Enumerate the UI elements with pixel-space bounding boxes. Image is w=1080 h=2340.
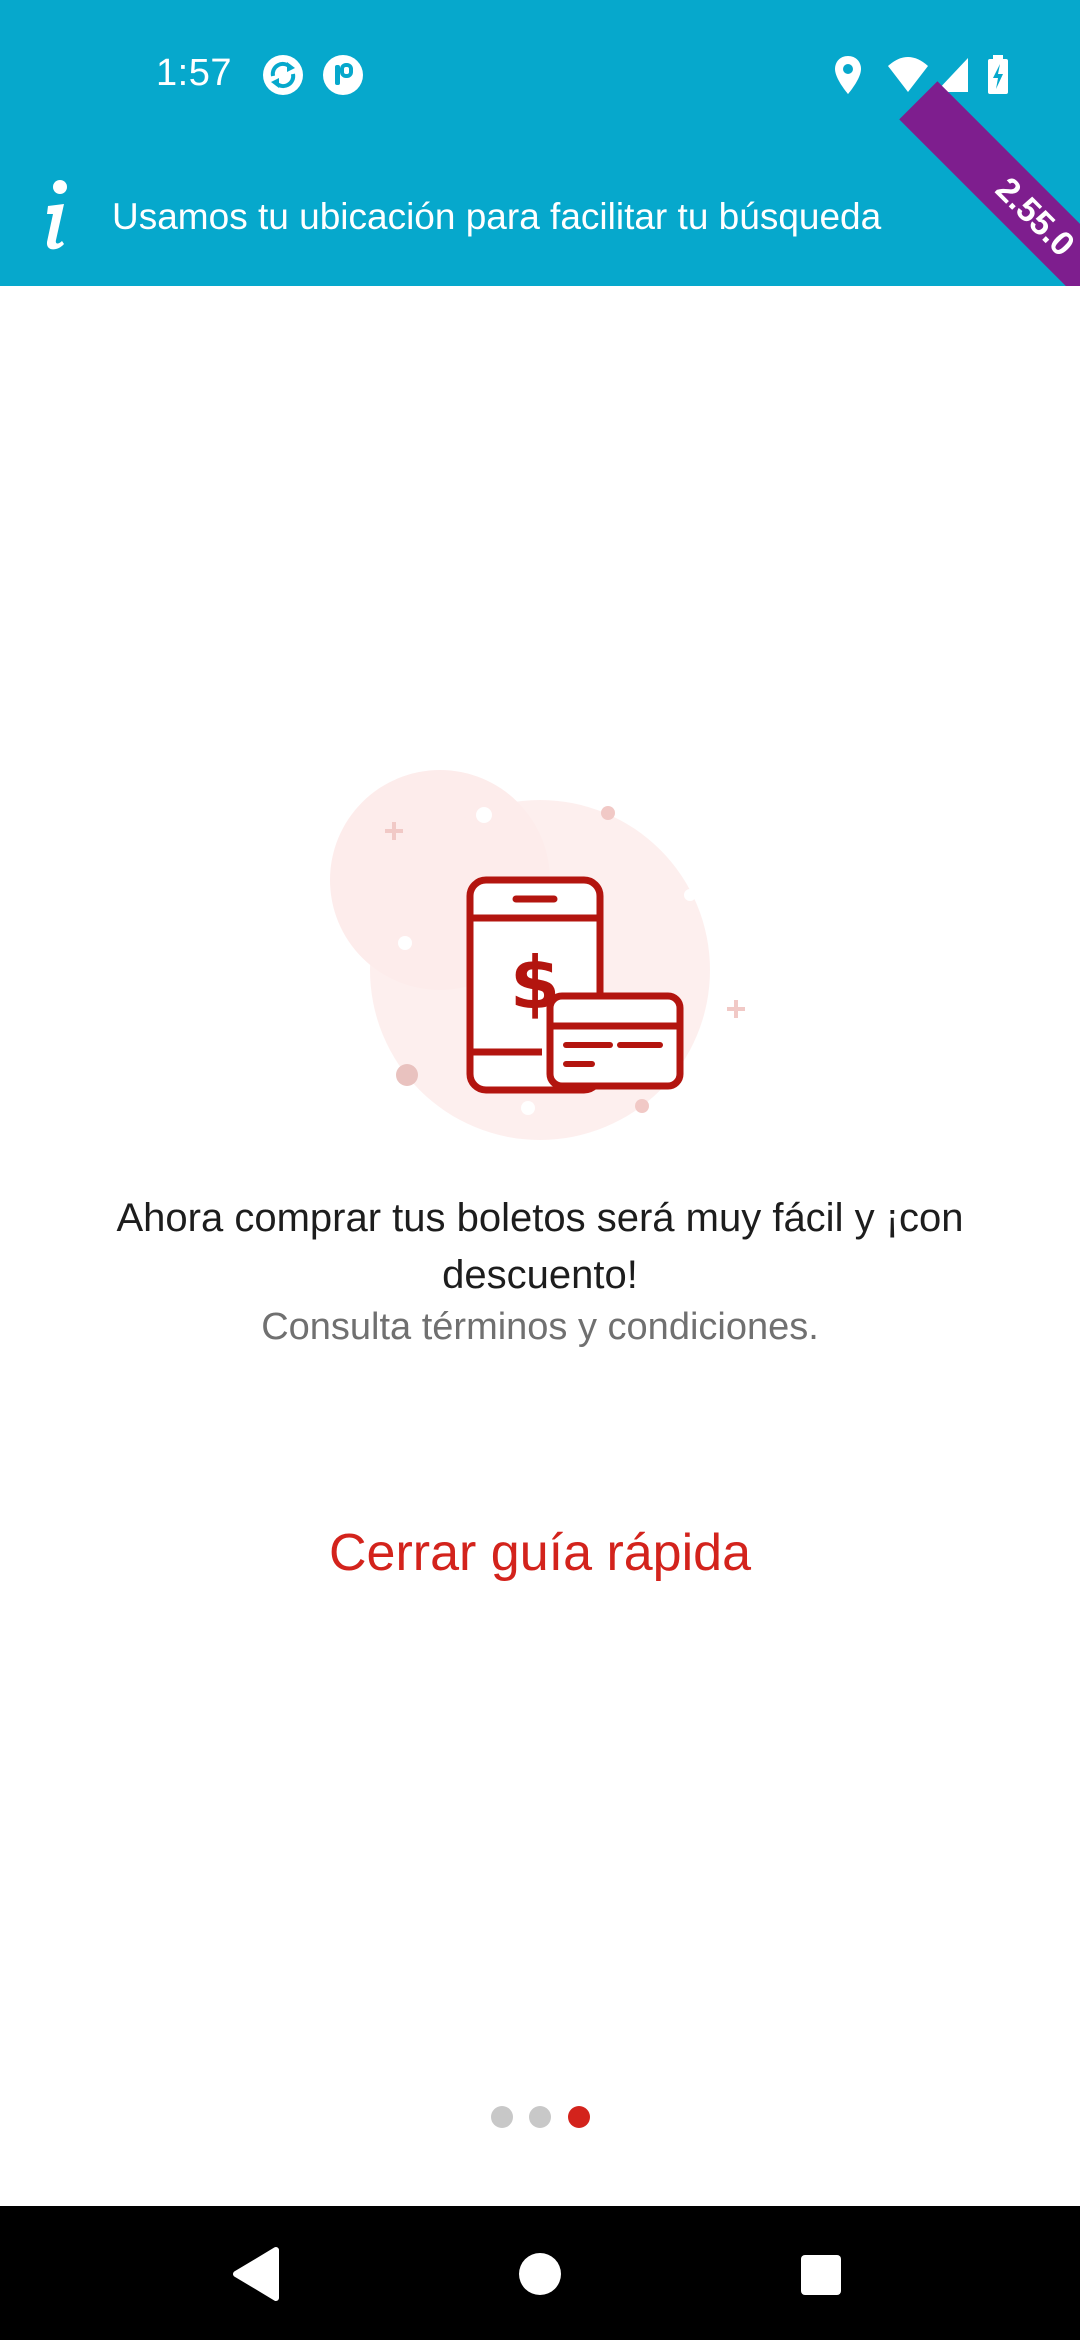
phone-payment-card-icon: $	[330, 770, 745, 1140]
page-dot-1[interactable]	[491, 2106, 513, 2128]
navigation-bar	[0, 2206, 1080, 2340]
wifi-icon	[888, 57, 928, 92]
location-info-banner[interactable]: Usamos tu ubicación para facilitar tu bú…	[0, 150, 1080, 286]
battery-charging-icon	[988, 55, 1008, 94]
info-icon	[46, 180, 67, 250]
banner-text: Usamos tu ubicación para facilitar tu bú…	[112, 196, 882, 237]
app-badge-icon	[323, 55, 363, 95]
onboarding-screen: 1:57 Usamos tu ubicación para facilitar …	[0, 0, 1080, 2340]
close-guide-button[interactable]: Cerrar guía rápida	[240, 1518, 840, 1588]
onboarding-headline: Ahora comprar tus boletos será muy fácil…	[116, 1196, 964, 1297]
page-dot-3-active[interactable]	[568, 2106, 590, 2128]
home-icon[interactable]	[470, 2206, 610, 2340]
status-time: 1:57	[156, 52, 232, 94]
terms-link[interactable]: Consulta términos y condiciones.	[90, 1300, 990, 1354]
top-header: 1:57 Usamos tu ubicación para facilitar …	[0, 0, 1080, 286]
back-icon[interactable]	[186, 2206, 326, 2340]
sync-app-icon	[263, 55, 303, 95]
location-icon	[835, 56, 861, 94]
page-dot-2[interactable]	[529, 2106, 551, 2128]
page-indicator	[480, 2106, 600, 2132]
recents-icon[interactable]	[750, 2206, 890, 2340]
